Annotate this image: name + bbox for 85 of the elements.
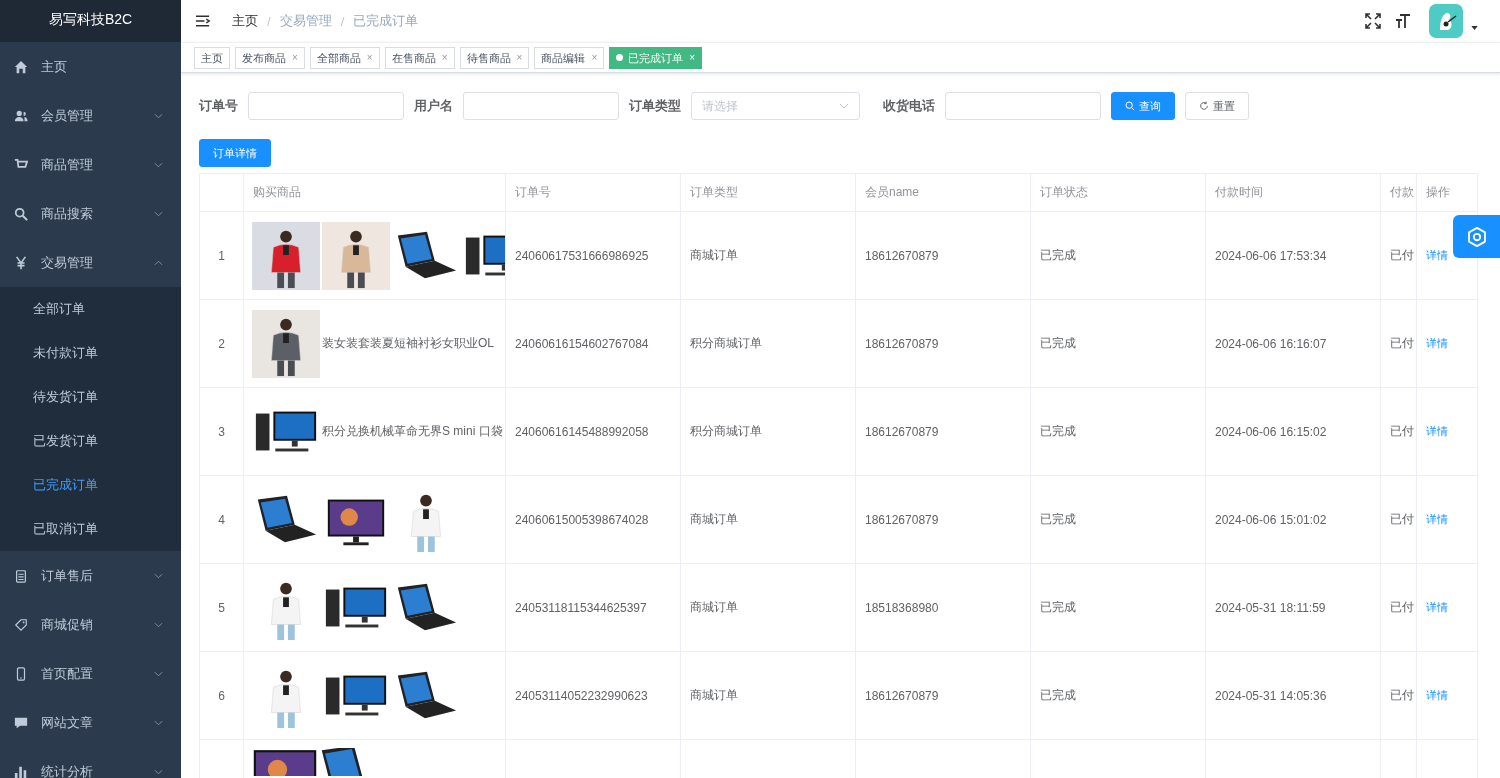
table-cell: 18612670879 xyxy=(855,387,1031,476)
app-logo: 易写科技B2C xyxy=(0,0,181,42)
column-header: 付款时间 xyxy=(1205,173,1381,212)
breadcrumb-separator: / xyxy=(340,13,345,29)
table-cell: 2024-06-06 16:16:07 xyxy=(1205,299,1381,388)
column-header: 订单号 xyxy=(505,173,681,212)
menu-item[interactable]: 统计分析 xyxy=(0,747,181,778)
row-number: 1 xyxy=(199,211,244,300)
column-header: 购买商品 xyxy=(243,173,506,212)
row-number: 4 xyxy=(199,475,244,564)
table-cell: 24060616145488992058 xyxy=(505,387,681,476)
breadcrumb-separator: / xyxy=(267,13,271,29)
menu-item[interactable]: 网站文章 xyxy=(0,698,181,747)
table-cell: 商城订单 xyxy=(680,475,856,564)
field-label: 收货电话 xyxy=(883,97,935,115)
row-number: 6 xyxy=(199,651,244,740)
table-cell: 已完成 xyxy=(1030,475,1206,564)
table-cell: 18612670879 xyxy=(855,211,1031,300)
menu-item[interactable]: 订单售后 xyxy=(0,551,181,600)
table-cell: 24053114052232990623 xyxy=(505,651,681,740)
breadcrumb-item: 已完成订单 xyxy=(353,12,419,30)
submenu-item[interactable]: 已取消订单 xyxy=(0,507,181,551)
table-cell: 24060617531666986925 xyxy=(505,211,681,300)
menu-item[interactable]: 主页 xyxy=(0,42,181,91)
submenu-item[interactable]: 未付款订单 xyxy=(0,331,181,375)
table-cell: 已完成 xyxy=(1030,651,1206,740)
submenu-item[interactable]: 已完成订单 xyxy=(0,463,181,507)
table-cell: 已付 xyxy=(1380,651,1417,740)
field-label: 订单类型 xyxy=(629,97,681,115)
table-cell: 2024-06-06 16:15:02 xyxy=(1205,387,1381,476)
table-cell: 已完成 xyxy=(1030,563,1206,652)
page-tab[interactable]: 全部商品 × xyxy=(309,46,380,69)
table-cell: 积分商城订单 xyxy=(680,299,856,388)
table-cell: 商城订单 xyxy=(680,563,856,652)
page-tab[interactable]: 商品编辑 × xyxy=(534,46,605,69)
menu-item[interactable]: 首页配置 xyxy=(0,649,181,698)
menu-item[interactable]: 商品管理 xyxy=(0,140,181,189)
column-header: 付款 xyxy=(1380,173,1417,212)
row-number: 2 xyxy=(199,299,244,388)
column-header: 会员name xyxy=(855,173,1031,212)
table-cell: 2024-05-31 14:05:36 xyxy=(1205,651,1381,740)
table-cell: 2024-06-06 15:01:02 xyxy=(1205,475,1381,564)
page-tab[interactable]: 在售商品 × xyxy=(384,46,455,69)
page-tab[interactable]: 主页 xyxy=(194,46,230,69)
table-cell: 已付 xyxy=(1380,563,1417,652)
product-name: 装女装套装夏短袖衬衫女职业OL xyxy=(322,335,494,352)
row-number: 5 xyxy=(199,563,244,652)
table-cell: 已完成 xyxy=(1030,387,1206,476)
column-header: 订单状态 xyxy=(1030,173,1206,212)
table-cell: 24053118115344625397 xyxy=(505,563,681,652)
table-cell: 已完成 xyxy=(1030,299,1206,388)
breadcrumb-item: 交易管理 xyxy=(279,12,332,30)
table-cell: 商城订单 xyxy=(680,651,856,740)
submenu-item[interactable]: 待发货订单 xyxy=(0,375,181,419)
table-cell: 18612670879 xyxy=(855,475,1031,564)
table-cell: 24060615005398674028 xyxy=(505,475,681,564)
breadcrumb-item[interactable]: 主页 xyxy=(232,12,258,30)
table-cell: 已完成 xyxy=(1030,211,1206,300)
page-tab[interactable]: 待售商品 × xyxy=(459,46,530,69)
table-cell: 已付 xyxy=(1380,387,1417,476)
submenu-item[interactable]: 已发货订单 xyxy=(0,419,181,463)
table-cell: 已付 xyxy=(1380,211,1417,300)
menu-item[interactable]: 商品搜索 xyxy=(0,189,181,238)
table-cell: 已付 xyxy=(1380,299,1417,388)
table-cell: 24060616154602767084 xyxy=(505,299,681,388)
table-cell: 2024-06-06 17:53:34 xyxy=(1205,211,1381,300)
table-cell: 商城订单 xyxy=(680,211,856,300)
column-header: 订单类型 xyxy=(680,173,856,212)
table-cell: 已付 xyxy=(1380,475,1417,564)
page-tab[interactable]: 发布商品 × xyxy=(235,46,305,69)
field-label: 用户名 xyxy=(414,97,453,115)
row-number: 3 xyxy=(199,387,244,476)
table-cell: 18612670879 xyxy=(855,651,1031,740)
table-cell: 18612670879 xyxy=(855,299,1031,388)
table-cell: 18518368980 xyxy=(855,563,1031,652)
product-name: 积分兑换机械革命无界S mini 口袋 xyxy=(322,423,503,440)
menu-item[interactable]: 商城促销 xyxy=(0,600,181,649)
table-cell: 积分商城订单 xyxy=(680,387,856,476)
reset-button[interactable]: 重置 xyxy=(1185,92,1249,120)
table-cell: 2024-05-31 18:11:59 xyxy=(1205,563,1381,652)
submenu-item[interactable]: 全部订单 xyxy=(0,287,181,331)
menu-item[interactable]: 会员管理 xyxy=(0,91,181,140)
menu-item[interactable]: 交易管理 xyxy=(0,238,181,287)
field-label: 订单号 xyxy=(199,97,238,115)
column-header: 操作 xyxy=(1416,173,1478,212)
